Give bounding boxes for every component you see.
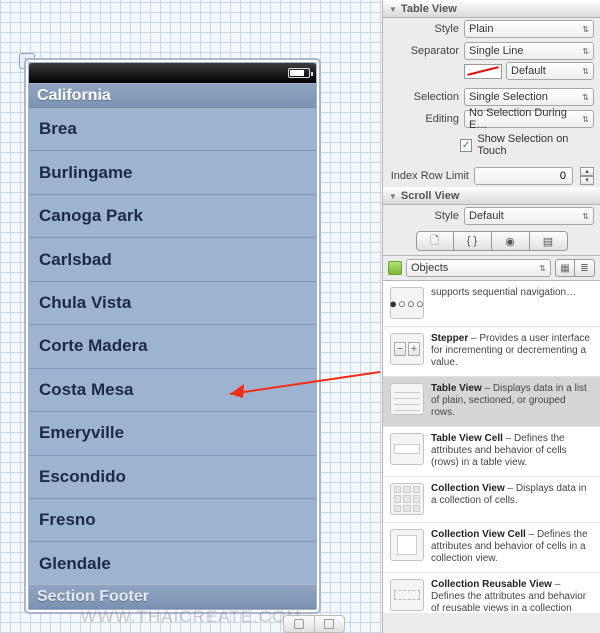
separator-select[interactable]: Single Line ⇅: [464, 42, 594, 60]
index-row-limit-input[interactable]: [479, 169, 568, 183]
editing-label: Editing: [383, 113, 459, 125]
style-label: Style: [383, 23, 459, 35]
media-tab-icon[interactable]: ▤: [530, 231, 568, 251]
table-row[interactable]: Glendale: [29, 542, 316, 585]
library-item-icon: [390, 433, 424, 465]
show-selection-checkbox[interactable]: ✓: [460, 139, 472, 152]
disclosure-triangle-icon: ▼: [389, 192, 397, 201]
library-item-text: Table View – Displays data in a list of …: [431, 383, 592, 419]
library-item-desc: supports sequential navigation…: [431, 287, 576, 319]
watermark: WWW.THAICREATE.COM: [81, 607, 302, 627]
chevron-updown-icon: ⇅: [582, 93, 589, 102]
library-item[interactable]: Collection View – Displays data in a col…: [383, 477, 600, 523]
library-item[interactable]: Table View – Displays data in a list of …: [383, 377, 600, 427]
separator-color-value: Default: [511, 65, 546, 77]
library-item-icon: [390, 529, 424, 561]
table-row[interactable]: Corte Madera: [29, 325, 316, 368]
page-control-icon: ●○○○: [390, 287, 424, 319]
chevron-updown-icon: ⇅: [582, 115, 589, 124]
library-selector[interactable]: Objects ⇅: [406, 259, 551, 277]
chevron-updown-icon: ⇅: [582, 212, 589, 221]
chevron-updown-icon: ⇅: [582, 47, 589, 56]
library-item[interactable]: Collection Reusable View – Defines the a…: [383, 573, 600, 613]
selection-label: Selection: [383, 91, 459, 103]
style-value: Plain: [469, 23, 493, 35]
library-item-icon: [390, 383, 424, 415]
canvas-view-toggle[interactable]: [283, 615, 345, 633]
selection-select[interactable]: Single Selection ⇅: [464, 88, 594, 106]
separator-color-swatch[interactable]: [464, 64, 502, 79]
objects-cube-icon: [388, 261, 402, 275]
status-bar: [29, 63, 316, 83]
index-row-limit-label: Index Row Limit: [383, 170, 469, 182]
style-select[interactable]: Plain ⇅: [464, 20, 594, 38]
separator-color-select[interactable]: Default ⇅: [506, 62, 594, 80]
scroll-style-value: Default: [469, 210, 504, 222]
scroll-style-select[interactable]: Default ⇅: [464, 207, 594, 225]
disclosure-triangle-icon: ▼: [389, 5, 397, 14]
index-row-limit-field[interactable]: [474, 167, 573, 185]
library-item-text: Table View Cell – Defines the attributes…: [431, 433, 592, 469]
section-title: Table View: [401, 3, 457, 15]
library-item-icon: −+: [390, 333, 424, 365]
library-tab-bar[interactable]: 🗋 { } ◉ ▤: [383, 227, 600, 256]
library-item-text: Collection View Cell – Defines the attri…: [431, 529, 592, 565]
library-view-mode[interactable]: ▦ ≣: [555, 259, 595, 277]
battery-icon: [288, 68, 310, 78]
library-item[interactable]: ●○○○supports sequential navigation…: [383, 281, 600, 327]
scroll-style-label: Style: [383, 210, 459, 222]
library-item[interactable]: Collection View Cell – Defines the attri…: [383, 523, 600, 573]
table-view-preview[interactable]: BreaBurlingameCanoga ParkCarlsbadChula V…: [29, 108, 316, 584]
section-footer[interactable]: Section Footer: [29, 584, 316, 609]
interface-builder-canvas[interactable]: × California BreaBurlingameCanoga ParkCa…: [0, 0, 382, 633]
chevron-updown-icon: ⇅: [539, 264, 546, 273]
library-item-icon: [390, 579, 424, 611]
library-selector-value: Objects: [411, 262, 448, 274]
table-view-section-header[interactable]: ▼ Table View: [383, 0, 600, 18]
file-tab-icon[interactable]: 🗋: [416, 231, 454, 251]
table-row[interactable]: Canoga Park: [29, 195, 316, 238]
library-item-icon: [390, 483, 424, 515]
selection-value: Single Selection: [469, 91, 548, 103]
chevron-updown-icon: ⇅: [582, 67, 589, 76]
library-item[interactable]: −+Stepper – Provides a user interface fo…: [383, 327, 600, 377]
device-preview: California BreaBurlingameCanoga ParkCarl…: [24, 58, 321, 614]
table-row[interactable]: Costa Mesa: [29, 369, 316, 412]
braces-tab-icon[interactable]: { }: [454, 231, 492, 251]
editing-select[interactable]: No Selection During E… ⇅: [464, 110, 594, 128]
library-item-text: Collection View – Displays data in a col…: [431, 483, 592, 515]
editing-value: No Selection During E…: [469, 107, 582, 131]
chevron-updown-icon: ⇅: [582, 25, 589, 34]
separator-value: Single Line: [469, 45, 523, 57]
library-item[interactable]: Table View Cell – Defines the attributes…: [383, 427, 600, 477]
separator-label: Separator: [383, 45, 459, 57]
object-library-list[interactable]: ●○○○supports sequential navigation…−+Ste…: [383, 281, 600, 613]
library-item-text: Stepper – Provides a user interface for …: [431, 333, 592, 369]
object-tab-icon[interactable]: ◉: [492, 231, 530, 251]
index-row-limit-stepper[interactable]: ▴▾: [580, 167, 594, 185]
section-header[interactable]: California: [29, 83, 316, 108]
table-row[interactable]: Carlsbad: [29, 238, 316, 281]
table-row[interactable]: Emeryville: [29, 412, 316, 455]
library-item-text: Collection Reusable View – Defines the a…: [431, 579, 592, 613]
section-title: Scroll View: [401, 190, 460, 202]
table-row[interactable]: Chula Vista: [29, 282, 316, 325]
inspector-panel: ▼ Table View Style Plain ⇅ Separator Sin…: [382, 0, 600, 633]
table-row[interactable]: Burlingame: [29, 151, 316, 194]
scroll-view-section-header[interactable]: ▼ Scroll View: [383, 187, 600, 205]
list-view-icon[interactable]: ≣: [575, 259, 595, 277]
table-row[interactable]: Brea: [29, 108, 316, 151]
show-selection-label: Show Selection on Touch: [477, 133, 594, 157]
grid-view-icon[interactable]: ▦: [555, 259, 575, 277]
table-row[interactable]: Escondido: [29, 456, 316, 499]
table-row[interactable]: Fresno: [29, 499, 316, 542]
